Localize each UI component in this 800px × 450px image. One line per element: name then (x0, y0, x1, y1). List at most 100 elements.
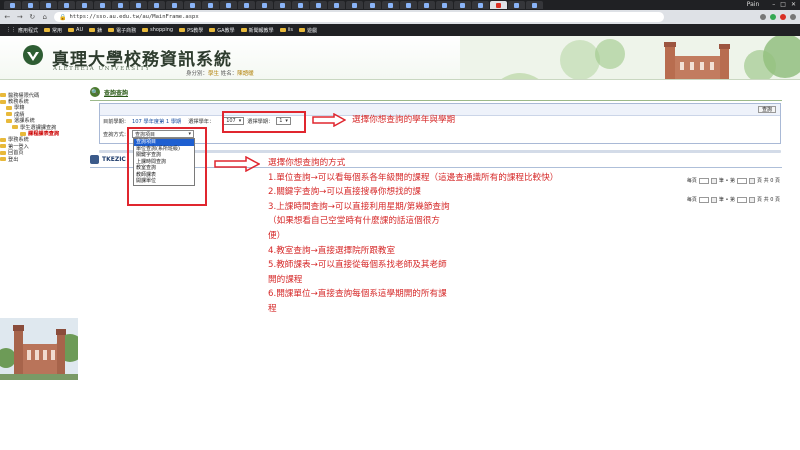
folder-icon (89, 28, 96, 32)
sidebar-item[interactable]: 登出 (0, 156, 78, 163)
browser-tab[interactable] (94, 1, 111, 9)
bookmark-item[interactable]: 電子商務 (108, 27, 136, 34)
folder-icon (142, 28, 149, 32)
bookmark-item[interactable]: 新聞報教學 (240, 27, 274, 34)
sidebar-tree: 醫務權限代碼 教務系統 學籍 成績 選課系統 學生選課課查詢 課程課表查詢 學務… (0, 92, 78, 392)
browser-tab[interactable] (526, 1, 543, 9)
browser-tab[interactable] (454, 1, 471, 9)
browser-tab[interactable] (508, 1, 525, 9)
folder-icon (240, 28, 247, 32)
result-tab[interactable]: TKEZIC (90, 155, 126, 164)
bookmark-item[interactable]: 常用 (44, 27, 62, 34)
bookmark-item[interactable]: AU (68, 27, 83, 33)
browser-tab[interactable] (418, 1, 435, 9)
folder-icon (108, 28, 115, 32)
browser-tab-active[interactable] (490, 1, 507, 9)
annotation-block: 選擇你想查詢的方式 1.單位查詢→可以看每個系各年級開的課程（這邊查通識所有的課… (268, 156, 558, 317)
lock-icon: 🔒 (59, 13, 67, 21)
folder-icon (179, 28, 186, 32)
browser-tab[interactable] (364, 1, 381, 9)
browser-tab[interactable] (184, 1, 201, 9)
annotation-line: 3.上課時間查詢→可以直接利用星期/第幾節查詢 (268, 201, 450, 212)
home-icon[interactable]: ⌂ (42, 13, 49, 21)
bookmarks-bar: ⋮⋮ 應用程式 常用 AU 錶 電子商務 shopping PS教學 GA教學 新… (0, 24, 800, 36)
favicon-icon (496, 2, 501, 8)
favicon-icon (244, 2, 249, 8)
annotation-year-semester: 選擇你想查詢的學年與學期 (352, 115, 456, 125)
page-input[interactable] (737, 196, 748, 203)
bookmark-item[interactable]: 遊戲 (298, 27, 317, 34)
browser-tab[interactable] (400, 1, 417, 9)
favicon-icon (316, 2, 321, 8)
url-input[interactable]: 🔒 https://sso.au.edu.tw/au/MainFrame.asp… (54, 12, 664, 22)
folder-icon (44, 28, 51, 32)
star-icon[interactable] (760, 14, 766, 20)
site-subtitle: ALETHEIA UNIVERSITY (53, 66, 151, 72)
forward-icon[interactable]: → (17, 13, 24, 21)
extension-icons (760, 14, 796, 20)
per-page-input[interactable] (698, 196, 709, 203)
favicon-icon (514, 2, 519, 8)
browser-tab[interactable] (112, 1, 129, 9)
browser-tab[interactable] (238, 1, 255, 9)
browser-tab[interactable] (274, 1, 291, 9)
go-button[interactable] (710, 196, 717, 203)
bookmark-item[interactable]: PS教學 (179, 27, 203, 34)
profile-name[interactable]: Pain (747, 1, 760, 8)
bookmark-item[interactable]: 錶 (89, 27, 102, 34)
query-button[interactable]: 查詢 (757, 106, 776, 113)
folder-icon (12, 125, 18, 130)
browser-tab[interactable] (220, 1, 237, 9)
reload-icon[interactable]: ↻ (29, 13, 36, 21)
favicon-icon (172, 2, 177, 8)
favicon-icon (388, 2, 393, 8)
browser-tab[interactable] (40, 1, 57, 9)
close-icon[interactable]: ✕ (791, 1, 796, 8)
bookmark-item[interactable]: ⋮⋮ 應用程式 (6, 27, 38, 34)
browser-tab[interactable] (256, 1, 273, 9)
annotation-line: 6.開課單位→直接查詢每個系這學期開的所有課 (268, 289, 447, 300)
pager-bottom: 每頁 筆 • 第 頁 共 0 頁 (686, 196, 780, 203)
minimize-icon[interactable]: – (772, 1, 775, 8)
browser-tab[interactable] (310, 1, 327, 9)
browser-tab[interactable] (148, 1, 165, 9)
favicon-icon (352, 2, 357, 8)
browser-tab[interactable] (166, 1, 183, 9)
extension-icon[interactable] (770, 14, 776, 20)
browser-tab[interactable] (328, 1, 345, 9)
campus-banner-image (460, 36, 800, 79)
browser-tab[interactable] (382, 1, 399, 9)
favicon-icon (532, 2, 537, 8)
window-controls: Pain – □ ✕ (747, 1, 796, 8)
menu-icon[interactable] (790, 14, 796, 20)
page-input[interactable] (737, 177, 748, 184)
annotation-line: 5.教師課表→可以直接從每個系找老師及其老師 (268, 260, 447, 271)
browser-tab[interactable] (292, 1, 309, 9)
browser-tab[interactable] (58, 1, 75, 9)
section-header: 🔍 查詢查詢 (90, 87, 128, 97)
folder-icon (6, 112, 12, 117)
maximize-icon[interactable]: □ (780, 1, 786, 8)
section-title[interactable]: 查詢查詢 (104, 88, 128, 97)
bookmark-item[interactable]: GA教學 (209, 27, 235, 34)
go-button[interactable] (749, 177, 756, 184)
go-button[interactable] (710, 177, 717, 184)
browser-tab[interactable] (130, 1, 147, 9)
extension-icon[interactable] (780, 14, 786, 20)
browser-tab[interactable] (76, 1, 93, 9)
per-page-input[interactable] (698, 177, 709, 184)
go-button[interactable] (749, 196, 756, 203)
browser-tab[interactable] (4, 1, 21, 9)
favicon-icon (424, 2, 429, 8)
annotation-line: 選擇你想查詢的方式 (268, 158, 346, 168)
browser-tab[interactable] (436, 1, 453, 9)
back-icon[interactable]: ← (4, 13, 11, 21)
browser-tab[interactable] (202, 1, 219, 9)
browser-tab[interactable] (472, 1, 489, 9)
favicon-icon (442, 2, 447, 8)
bookmark-item[interactable]: shopping (142, 27, 173, 33)
bookmark-item[interactable]: iis (279, 27, 293, 33)
folder-icon (209, 28, 216, 32)
browser-tab[interactable] (22, 1, 39, 9)
browser-tab[interactable] (346, 1, 363, 9)
